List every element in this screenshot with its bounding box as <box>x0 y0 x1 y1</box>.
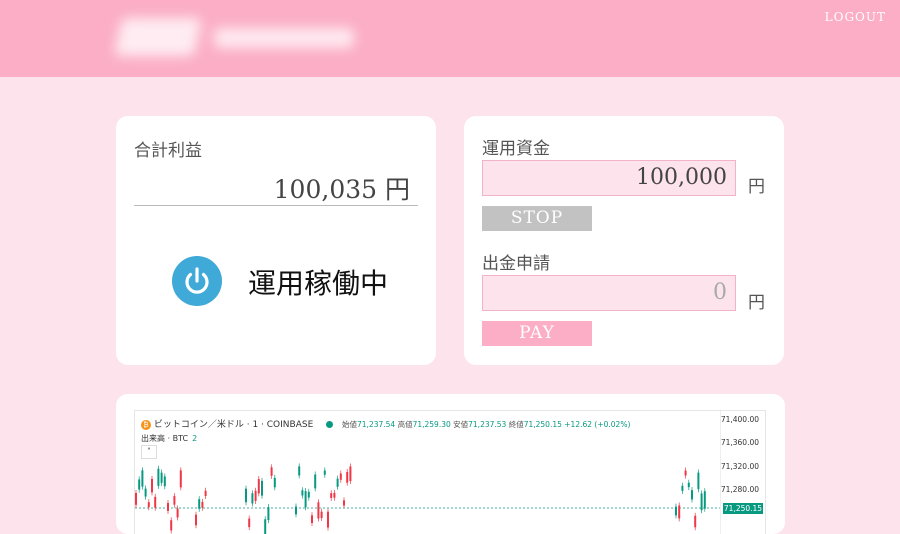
candle <box>346 471 349 483</box>
y-tick: 71,280.00 <box>720 485 759 494</box>
withdraw-field[interactable]: 0 <box>482 275 736 311</box>
candle <box>703 491 706 509</box>
candle <box>317 502 320 519</box>
capital-label: 運用資金 <box>482 139 550 159</box>
candle <box>245 488 247 503</box>
candle <box>141 470 144 487</box>
brand-logo <box>113 14 358 60</box>
candle <box>248 518 251 528</box>
candle <box>339 473 342 480</box>
candle <box>330 493 333 498</box>
candle <box>697 472 700 490</box>
controls-card: 運用資金 100,000 円 STOP 出金申請 0 円 PAY <box>464 116 784 365</box>
candle <box>273 477 276 488</box>
candle <box>678 505 681 519</box>
chart-card: ₿ ビットコイン／米ドル · 1 · COINBASE 始値71,237.54 … <box>116 394 785 534</box>
bitcoin-icon: ₿ <box>141 419 151 430</box>
candle <box>298 466 301 476</box>
candle <box>691 490 693 500</box>
top-header: LOGOUT <box>0 0 900 77</box>
withdraw-unit: 円 <box>748 293 765 313</box>
candle <box>163 476 166 487</box>
candle <box>160 472 163 483</box>
candle <box>170 520 173 531</box>
candle <box>311 515 313 523</box>
ohlc-readout: 始値71,237.54 高値71,259.30 安値71,237.53 終値71… <box>342 420 631 429</box>
total-profit-label: 合計利益 <box>134 141 202 161</box>
y-tick: 71,360.00 <box>720 438 759 447</box>
capital-unit: 円 <box>748 177 765 197</box>
candle <box>204 490 207 497</box>
total-profit-value: 100,035 円 <box>273 175 410 204</box>
candle <box>694 515 697 528</box>
candle <box>307 491 310 498</box>
candle <box>144 488 147 497</box>
power-icon <box>185 267 209 294</box>
power-button[interactable] <box>172 256 222 306</box>
candle <box>681 485 684 491</box>
logout-link[interactable]: LOGOUT <box>825 10 886 24</box>
candle <box>167 502 169 511</box>
candle <box>198 499 201 509</box>
candle <box>343 500 345 506</box>
candle <box>251 493 254 504</box>
candle <box>151 478 153 493</box>
candle <box>700 493 703 511</box>
candle <box>173 496 176 505</box>
candle <box>176 508 179 518</box>
candle <box>264 519 267 534</box>
price-scale[interactable]: 71,400.00 71,360.00 71,320.00 71,280.00 … <box>720 411 765 534</box>
symbol-title: ビットコイン／米ドル · 1 · COINBASE <box>153 420 314 430</box>
candle <box>270 467 273 476</box>
candle <box>201 501 204 508</box>
candle <box>320 511 323 519</box>
candle <box>684 470 687 476</box>
candle <box>267 507 270 521</box>
y-tick: 71,320.00 <box>720 462 759 471</box>
candle <box>687 482 690 488</box>
candle <box>336 478 339 487</box>
candle <box>135 492 137 505</box>
candle <box>675 506 677 516</box>
collapse-toggle[interactable]: ˄ <box>141 445 157 459</box>
candle <box>333 492 336 498</box>
candle <box>327 511 329 528</box>
candle <box>138 479 141 490</box>
symbol-row: ₿ ビットコイン／米ドル · 1 · COINBASE 始値71,237.54 … <box>141 417 630 430</box>
divider <box>134 205 418 206</box>
candle <box>257 479 260 494</box>
capital-field[interactable]: 100,000 <box>482 160 736 196</box>
candle <box>261 480 263 496</box>
candle <box>349 466 352 482</box>
candle <box>314 474 317 489</box>
stop-button[interactable]: STOP <box>482 206 592 231</box>
last-price-label: 71,250.15 <box>723 503 763 514</box>
y-tick: 71,400.00 <box>720 415 759 424</box>
candle <box>154 496 157 508</box>
candle <box>195 514 197 526</box>
candle <box>179 470 182 488</box>
candle <box>323 470 326 475</box>
withdraw-label: 出金申請 <box>482 254 550 274</box>
candle <box>295 506 297 515</box>
pay-button[interactable]: PAY <box>482 321 592 346</box>
candle <box>301 490 304 496</box>
candle <box>157 468 160 486</box>
candle <box>147 502 150 508</box>
candle <box>254 490 257 501</box>
volume-row: 出来高 · BTC 2 <box>141 434 198 443</box>
candle <box>304 491 307 508</box>
operation-status: 運用稼働中 <box>248 267 389 300</box>
live-status-dot <box>326 421 334 428</box>
profit-card: 合計利益 100,035 円 運用稼働中 <box>116 116 436 365</box>
price-chart[interactable]: ₿ ビットコイン／米ドル · 1 · COINBASE 始値71,237.54 … <box>134 410 766 534</box>
